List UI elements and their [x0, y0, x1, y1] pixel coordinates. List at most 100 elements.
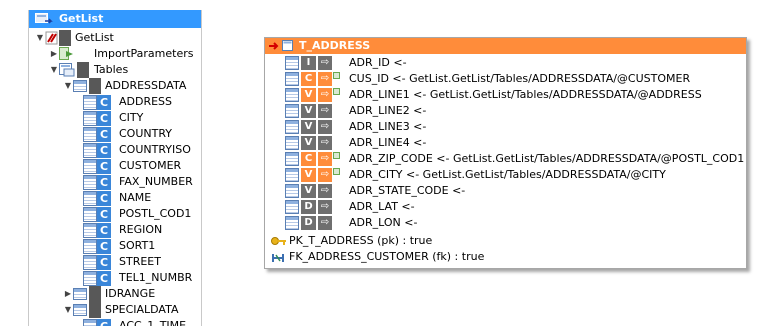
expand-icon[interactable]: ▶ — [50, 46, 58, 62]
collapse-icon[interactable]: ▼ — [64, 78, 72, 94]
tree-column-label: ACC_1_TIME — [119, 319, 187, 326]
column-icon: C — [83, 175, 111, 190]
key-icon — [271, 237, 286, 245]
node-marker — [89, 302, 101, 318]
entity-attribute[interactable]: V ⇨ ADR_LINE4 <- — [265, 135, 746, 151]
collapse-icon[interactable]: ▼ — [50, 62, 58, 78]
column-icon: C — [83, 95, 111, 110]
tree-node-label: IDRANGE — [105, 287, 156, 300]
entity-attribute[interactable]: V ⇨ ADR_LINE1 <- GetList.GetList/Tables/… — [265, 87, 746, 103]
column-icon: C — [83, 239, 111, 254]
tree-column[interactable]: C FAX_NUMBER — [29, 174, 201, 190]
type-decimal-icon: D — [301, 200, 316, 214]
relation-icon — [272, 254, 284, 262]
tree-node-idrange[interactable]: ▶ IDRANGE — [29, 286, 201, 302]
mapped-marker-icon — [333, 168, 340, 175]
tree-column[interactable]: C COUNTRY — [29, 126, 201, 142]
type-int-icon: I — [301, 56, 316, 70]
tree-column[interactable]: C COUNTRYISO — [29, 142, 201, 158]
mapping-arrow-icon: ⇨ — [318, 136, 332, 150]
tree-node-tables[interactable]: ▼ Tables — [29, 62, 201, 78]
tree-panel: GetList ▼ GetList ▶ ImportParameters ▼ T… — [28, 10, 202, 326]
entity-attribute[interactable]: V ⇨ ADR_STATE_CODE <- — [265, 183, 746, 199]
type-char-icon: C — [301, 152, 316, 166]
entity-attribute[interactable]: V ⇨ ADR_LINE2 <- — [265, 103, 746, 119]
type-varchar-icon: V — [301, 136, 316, 150]
entity-attribute[interactable]: D ⇨ ADR_LAT <- — [265, 199, 746, 215]
tree-column-label: FAX_NUMBER — [119, 175, 193, 188]
tree-column[interactable]: C NAME — [29, 190, 201, 206]
tree-column-label: COUNTRYISO — [119, 143, 191, 156]
attribute-grid-icon — [285, 168, 299, 182]
tree-root-getlist[interactable]: GetList — [29, 10, 201, 28]
collapse-icon[interactable]: ▼ — [36, 30, 44, 46]
collapse-icon[interactable]: ▼ — [64, 302, 72, 318]
tree-node-specialdata[interactable]: ▼ SPECIALDATA — [29, 302, 201, 318]
column-icon: C — [83, 159, 111, 174]
entity-attribute[interactable]: I ⇨ ADR_ID <- — [265, 55, 746, 71]
type-varchar-icon: V — [301, 184, 316, 198]
table-icon — [73, 288, 87, 300]
function-icon — [45, 31, 58, 45]
import-parameters-icon — [59, 47, 73, 60]
tree-column[interactable]: C CUSTOMER — [29, 158, 201, 174]
attribute-grid-icon — [285, 120, 299, 134]
type-varchar-icon: V — [301, 120, 316, 134]
attribute-text: ADR_LAT <- — [349, 200, 415, 213]
tables-folder-icon — [59, 63, 75, 77]
attribute-grid-icon — [285, 72, 299, 86]
tree-column[interactable]: C CITY — [29, 110, 201, 126]
node-marker — [89, 78, 101, 94]
attribute-grid-icon — [285, 216, 299, 230]
primary-key-text: PK_T_ADDRESS (pk) : true — [289, 234, 433, 247]
entity-attribute[interactable]: V ⇨ ADR_LINE3 <- — [265, 119, 746, 135]
tree-node-label: Tables — [94, 63, 129, 76]
mapping-arrow-icon: ⇨ — [318, 152, 332, 166]
column-icon: C — [83, 255, 111, 270]
tree-column[interactable]: C STREET — [29, 254, 201, 270]
tree-column-label: REGION — [119, 223, 163, 236]
foreign-key-row[interactable]: FK_ADDRESS_CUSTOMER (fk) : true — [265, 249, 746, 265]
tree-column[interactable]: C ACC_1_TIME — [29, 318, 201, 326]
primary-key-row[interactable]: PK_T_ADDRESS (pk) : true — [265, 233, 746, 249]
tree-column-label: STREET — [119, 255, 161, 268]
tree-column-label: CITY — [119, 111, 144, 124]
mapped-marker-icon — [333, 72, 340, 79]
expand-icon[interactable]: ▶ — [64, 286, 72, 302]
attribute-text: ADR_LINE4 <- — [349, 136, 427, 149]
tree-column-label: NAME — [119, 191, 152, 204]
tree-node-addressdata[interactable]: ▼ ADDRESSDATA — [29, 78, 201, 94]
entity-t-address[interactable]: T_ADDRESS I ⇨ ADR_ID <- C ⇨ CUS_ID <- Ge… — [264, 37, 747, 269]
tree-column-label: POSTL_COD1 — [119, 207, 192, 220]
tree-column-label: CUSTOMER — [119, 159, 182, 172]
tree-node-getlist-function[interactable]: ▼ GetList — [29, 30, 201, 46]
attribute-grid-icon — [285, 184, 299, 198]
entity-attribute[interactable]: C ⇨ ADR_ZIP_CODE <- GetList.GetList/Tabl… — [265, 151, 746, 167]
tree-column[interactable]: C POSTL_COD1 — [29, 206, 201, 222]
mapping-arrow-icon: ⇨ — [318, 56, 332, 70]
attribute-grid-icon — [285, 56, 299, 70]
tree-node-label: SPECIALDATA — [105, 303, 179, 316]
entity-attribute[interactable]: D ⇨ ADR_LON <- — [265, 215, 746, 231]
tree-column[interactable]: C REGION — [29, 222, 201, 238]
entity-attribute[interactable]: V ⇨ ADR_CITY <- GetList.GetList/Tables/A… — [265, 167, 746, 183]
node-marker — [59, 30, 71, 46]
mapping-arrow-icon: ⇨ — [318, 72, 332, 86]
target-arrow-icon — [269, 42, 279, 50]
type-varchar-icon: V — [301, 88, 316, 102]
tree-column[interactable]: C SORT1 — [29, 238, 201, 254]
entity-header[interactable]: T_ADDRESS — [265, 38, 746, 54]
column-icon: C — [83, 207, 111, 222]
column-icon: C — [83, 191, 111, 206]
node-marker — [77, 62, 89, 78]
attribute-text: ADR_LINE2 <- — [349, 104, 427, 117]
root-node-icon — [35, 13, 53, 24]
entity-table-icon — [282, 40, 293, 51]
type-decimal-icon: D — [301, 216, 316, 230]
tree-node-importparameters[interactable]: ▶ ImportParameters — [29, 46, 201, 62]
tree-column[interactable]: C TEL1_NUMBR — [29, 270, 201, 286]
entity-attribute[interactable]: C ⇨ CUS_ID <- GetList.GetList/Tables/ADD… — [265, 71, 746, 87]
tree-column[interactable]: C ADDRESS — [29, 94, 201, 110]
mapping-arrow-icon: ⇨ — [318, 120, 332, 134]
mapping-arrow-icon: ⇨ — [318, 104, 332, 118]
